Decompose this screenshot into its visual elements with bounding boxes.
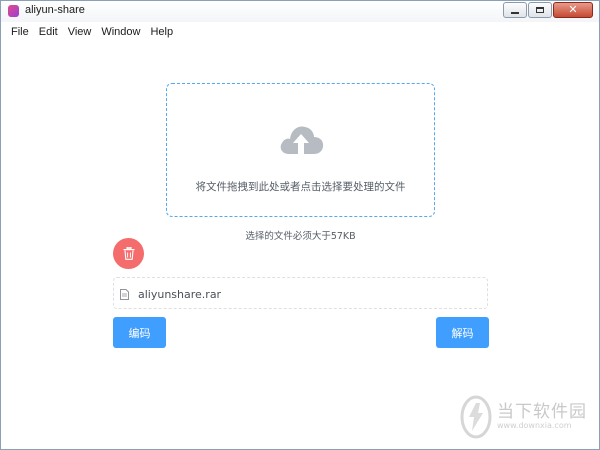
file-size-hint: 选择的文件必须大于57KB bbox=[245, 231, 356, 242]
maximize-icon bbox=[536, 7, 544, 13]
watermark-logo-icon bbox=[460, 395, 492, 439]
watermark: 当下软件园 www.downxia.com bbox=[459, 395, 599, 443]
trash-icon bbox=[123, 247, 134, 260]
watermark-url: www.downxia.com bbox=[497, 421, 572, 430]
window-title: aliyun-share bbox=[25, 4, 85, 16]
menu-window[interactable]: Window bbox=[96, 26, 145, 38]
app-icon bbox=[8, 5, 19, 17]
encode-button[interactable]: 编码 bbox=[113, 317, 166, 348]
minimize-button[interactable] bbox=[503, 2, 527, 18]
upload-cloud-icon bbox=[280, 126, 324, 154]
close-icon: ✕ bbox=[568, 3, 578, 16]
document-icon bbox=[120, 289, 129, 300]
maximize-button[interactable] bbox=[528, 2, 552, 18]
watermark-title: 当下软件园 bbox=[497, 402, 587, 422]
menu-view[interactable]: View bbox=[63, 26, 97, 38]
title-bar[interactable]: aliyun-share ✕ bbox=[1, 1, 599, 22]
delete-button[interactable] bbox=[113, 238, 144, 269]
decode-button[interactable]: 解码 bbox=[436, 317, 489, 348]
menu-file[interactable]: File bbox=[1, 26, 34, 38]
menu-bar: File Edit View Window Help bbox=[1, 22, 599, 41]
file-name: aliyunshare.rar bbox=[138, 288, 222, 301]
file-dropzone[interactable]: 将文件拖拽到此处或者点击选择要处理的文件 bbox=[166, 83, 435, 217]
app-window: aliyun-share ✕ File Edit View Window Hel… bbox=[0, 0, 600, 450]
dropzone-text: 将文件拖拽到此处或者点击选择要处理的文件 bbox=[195, 181, 406, 193]
menu-edit[interactable]: Edit bbox=[34, 26, 63, 38]
minimize-icon bbox=[511, 12, 519, 14]
selected-file-row[interactable]: aliyunshare.rar bbox=[113, 277, 488, 309]
menu-help[interactable]: Help bbox=[145, 26, 178, 38]
window-controls: ✕ bbox=[502, 2, 593, 18]
close-button[interactable]: ✕ bbox=[553, 2, 593, 18]
